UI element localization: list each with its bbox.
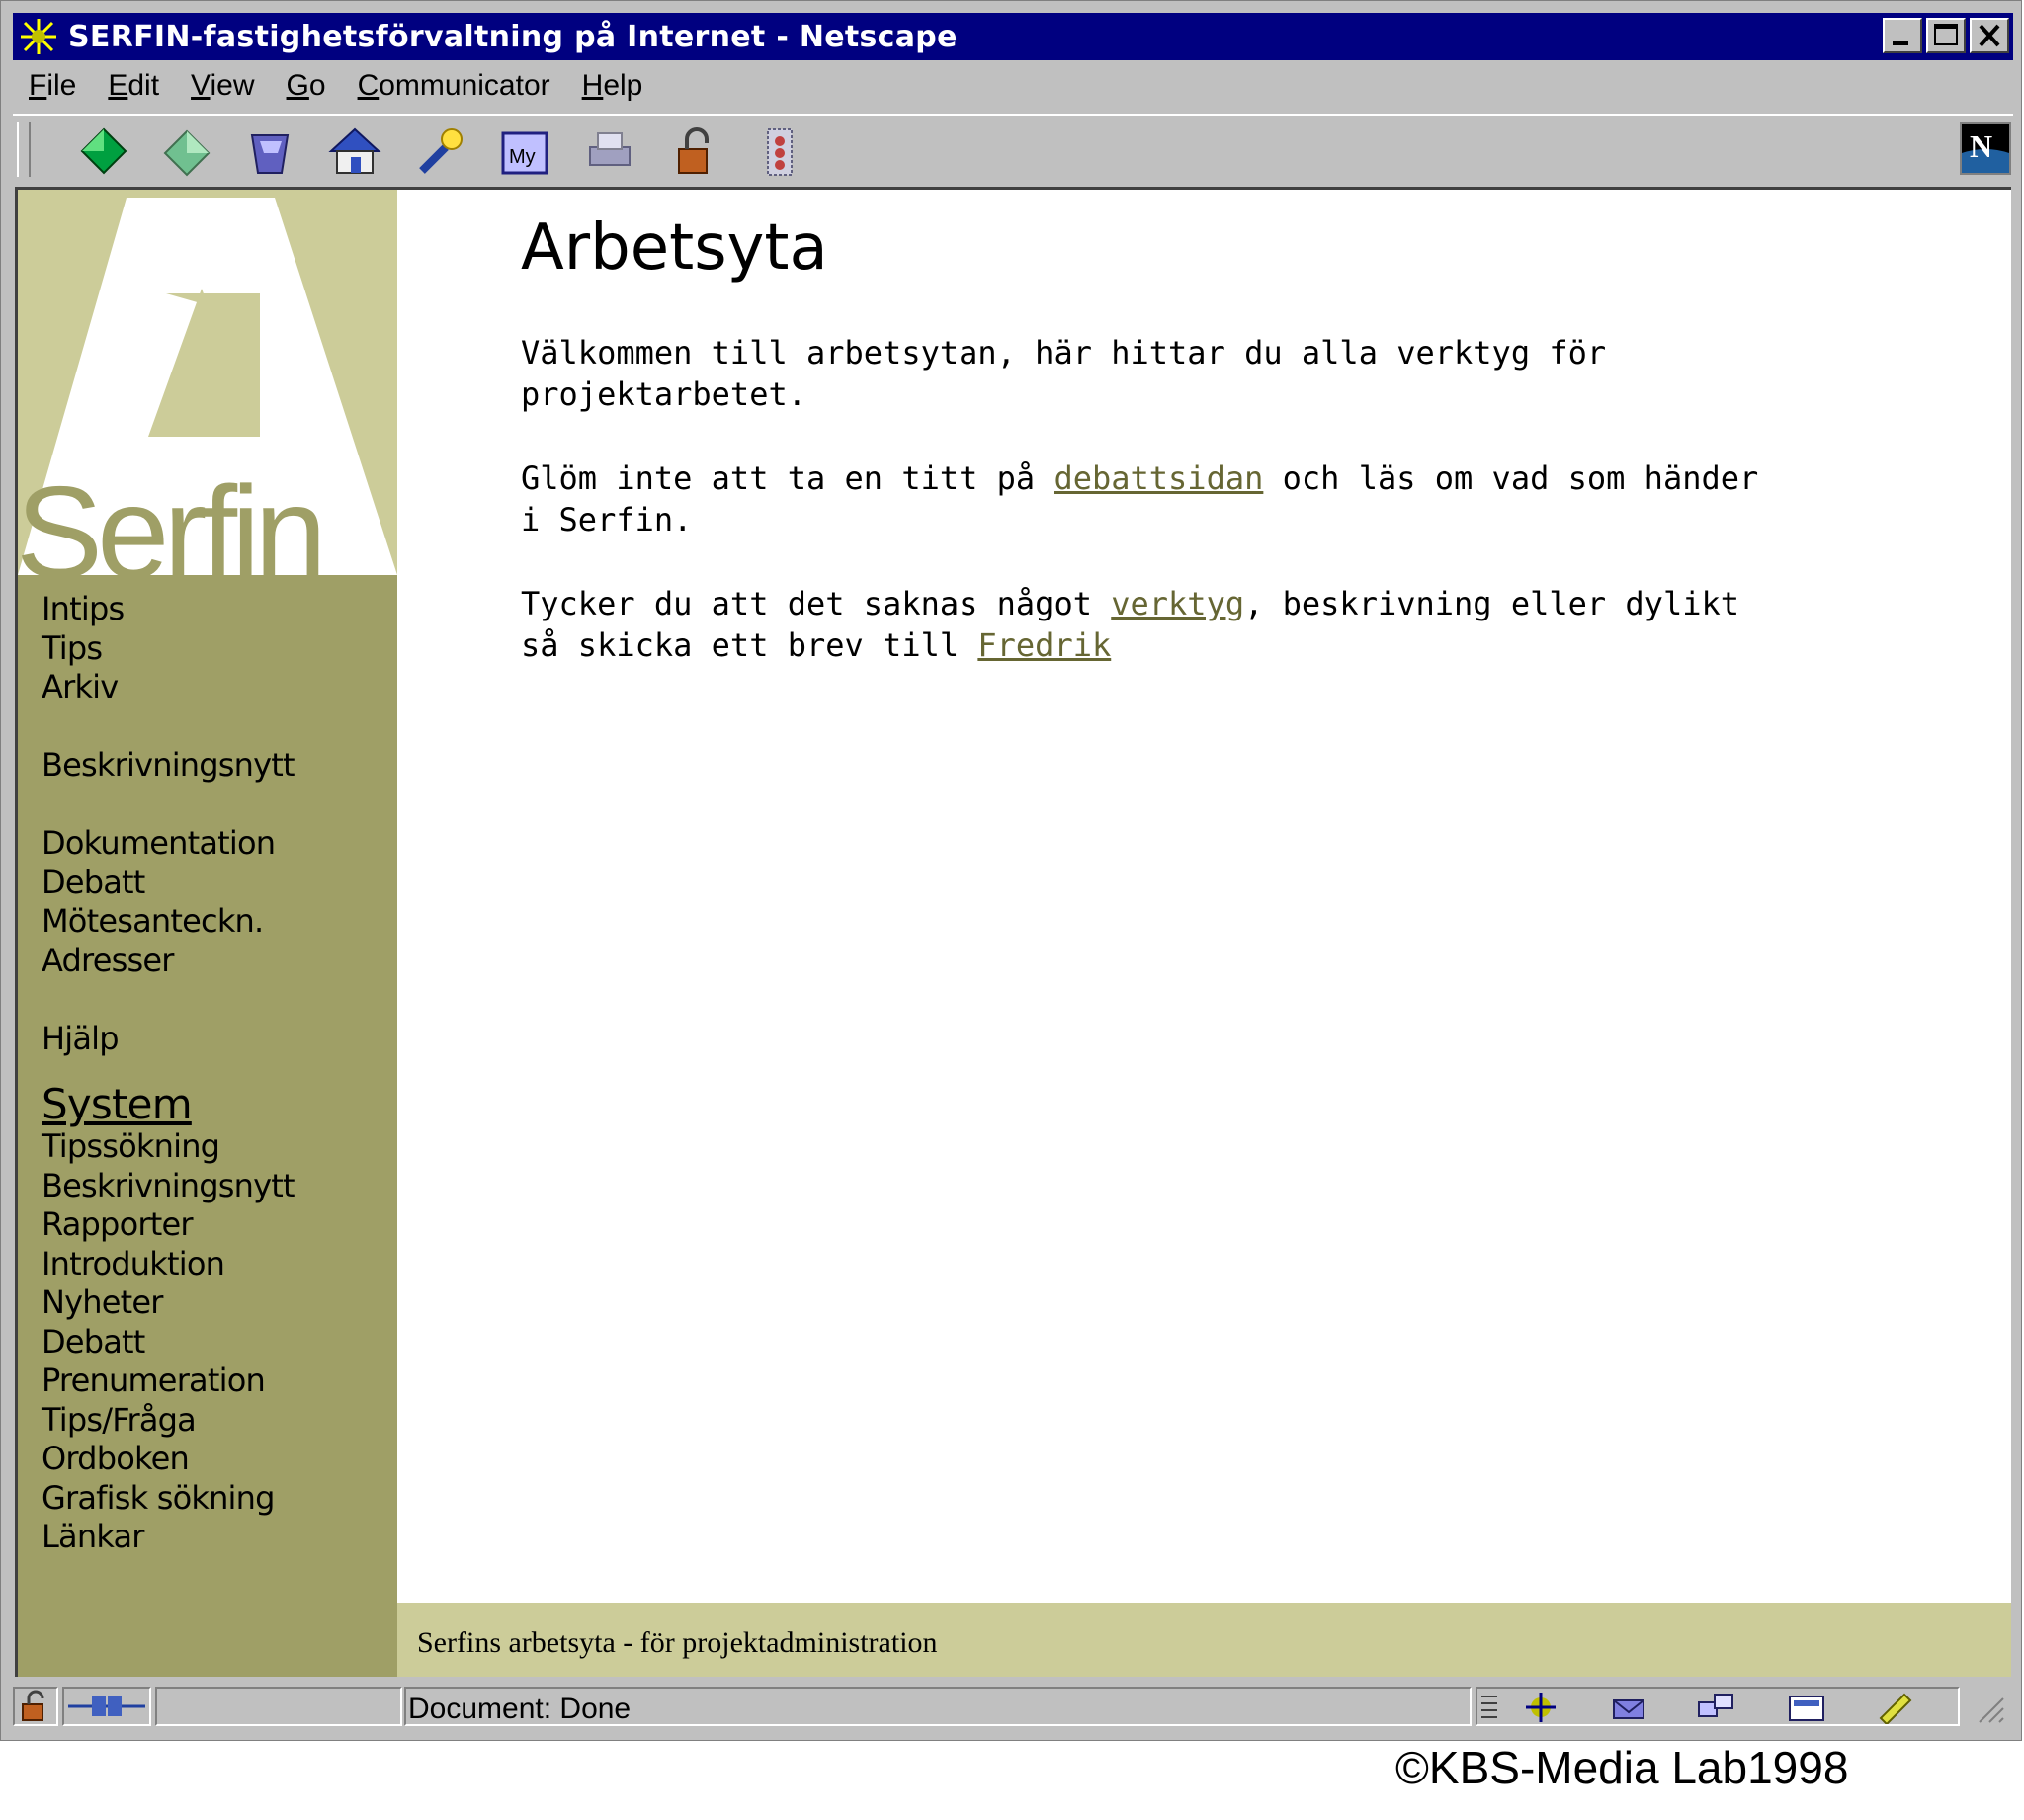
nav-link[interactable]: Debatt bbox=[42, 864, 295, 903]
menu-edit[interactable]: Edit bbox=[108, 69, 159, 103]
nav-link[interactable]: Arkiv bbox=[42, 668, 295, 707]
lock-icon bbox=[22, 1690, 44, 1721]
component-icons bbox=[1481, 1693, 1912, 1724]
nav-link[interactable]: Adresser bbox=[42, 942, 295, 981]
back-icon[interactable] bbox=[74, 124, 133, 179]
print-icon[interactable] bbox=[580, 124, 639, 179]
close-icon bbox=[1979, 24, 2000, 47]
content-frame: Serfin Intips Tips Arkiv Beskrivningsnyt… bbox=[15, 187, 2011, 1677]
menu-help-mnemonic: H bbox=[581, 69, 604, 102]
nav-link[interactable]: Mötesanteckn. bbox=[42, 902, 295, 942]
progress-bar bbox=[155, 1687, 402, 1726]
home-icon[interactable] bbox=[325, 124, 384, 179]
menu-edit-label: dit bbox=[127, 69, 160, 102]
connection-status[interactable] bbox=[62, 1687, 151, 1726]
menu-file-label: ile bbox=[46, 69, 77, 102]
netscape-logo-icon: N bbox=[1962, 124, 2009, 173]
menu-view-mnemonic: V bbox=[191, 69, 211, 102]
close-button[interactable] bbox=[1970, 18, 2009, 53]
menu-help-label: elp bbox=[603, 69, 643, 102]
window-title: SERFIN-fastighetsförvaltning på Internet… bbox=[68, 19, 958, 54]
copyright-caption: ©KBS-Media Lab1998 bbox=[1395, 1742, 1849, 1793]
menu-file-mnemonic: F bbox=[29, 69, 47, 102]
navigator-icon bbox=[1526, 1693, 1556, 1722]
nav-system-item[interactable]: Rapporter bbox=[42, 1205, 295, 1245]
nav-system-item[interactable]: Grafisk sökning bbox=[42, 1479, 295, 1519]
nav-system-item[interactable]: Nyheter bbox=[42, 1283, 295, 1323]
footer-bar: Serfins arbetsyta - för projektadministr… bbox=[397, 1603, 2011, 1677]
debattsidan-link[interactable]: debattsidan bbox=[1054, 459, 1263, 497]
main-content: Arbetsyta Välkommen till arbetsytan, här… bbox=[397, 190, 2011, 1603]
nav-system-item[interactable]: Länkar bbox=[42, 1518, 295, 1557]
logo-word: Serfin bbox=[18, 459, 321, 575]
nav-system-item[interactable]: Debatt bbox=[42, 1323, 295, 1363]
nav-system-item[interactable]: Prenumeration bbox=[42, 1362, 295, 1401]
welcome-text: Välkommen till arbetsytan, här hittar du… bbox=[521, 334, 1607, 413]
list-grip-icon bbox=[1481, 1696, 1497, 1718]
netscape-throbber[interactable]: N bbox=[1960, 122, 2011, 175]
sidebar: Serfin Intips Tips Arkiv Beskrivningsnyt… bbox=[18, 190, 397, 1677]
fredrik-link[interactable]: Fredrik bbox=[977, 626, 1111, 664]
forward-icon[interactable] bbox=[159, 124, 218, 179]
nav-system-item[interactable]: Tipssökning bbox=[42, 1127, 295, 1167]
security-icon[interactable] bbox=[665, 124, 724, 179]
debate-paragraph: Glöm inte att ta en titt på debattsidan … bbox=[521, 457, 1766, 540]
menu-help[interactable]: Help bbox=[582, 69, 643, 103]
tools-paragraph: Tycker du att det saknas något verktyg, … bbox=[521, 583, 1766, 666]
editor-icon bbox=[1879, 1693, 1912, 1724]
menu-communicator-mnemonic: C bbox=[357, 69, 380, 102]
menu-go-label: o bbox=[308, 69, 326, 102]
nav-system-item[interactable]: Ordboken bbox=[42, 1440, 295, 1479]
sidebar-nav: Intips Tips Arkiv Beskrivningsnytt Dokum… bbox=[42, 590, 295, 1557]
verktyg-link[interactable]: verktyg bbox=[1111, 585, 1244, 622]
footer-text: Serfins arbetsyta - för projektadministr… bbox=[417, 1626, 938, 1659]
nav-system-item[interactable]: Tips/Fråga bbox=[42, 1401, 295, 1441]
maximize-icon bbox=[1934, 24, 1958, 45]
status-bar: Document: Done bbox=[13, 1683, 2013, 1730]
browser-window: SERFIN-fastighetsförvaltning på Internet… bbox=[0, 0, 2022, 1741]
page-title: Arbetsyta bbox=[521, 211, 828, 285]
toolbar-grip[interactable] bbox=[17, 122, 31, 177]
plug-icon bbox=[68, 1696, 145, 1716]
menu-communicator[interactable]: Communicator bbox=[358, 69, 550, 103]
serfin-logo: Serfin bbox=[18, 190, 397, 575]
svg-text:My: My bbox=[509, 146, 536, 168]
maximize-button[interactable] bbox=[1926, 18, 1966, 53]
navigation-toolbar: My N bbox=[13, 114, 2013, 185]
svg-text:N: N bbox=[1970, 128, 1992, 164]
composer-icon bbox=[1789, 1696, 1824, 1721]
nav-link[interactable]: Hjälp bbox=[42, 1020, 295, 1059]
mail-icon bbox=[1613, 1699, 1644, 1719]
nav-system-link[interactable]: System bbox=[42, 1082, 295, 1127]
security-status[interactable] bbox=[13, 1687, 58, 1726]
menu-go-mnemonic: G bbox=[286, 69, 309, 102]
nav-link[interactable]: Beskrivningsnytt bbox=[42, 746, 295, 786]
netscape-app-icon[interactable] bbox=[17, 15, 60, 58]
minimize-icon bbox=[1893, 41, 1908, 45]
debate-text-before: Glöm inte att ta en titt på bbox=[521, 459, 1054, 497]
reload-icon[interactable] bbox=[242, 124, 301, 179]
nav-system-item[interactable]: Introduktion bbox=[42, 1245, 295, 1284]
nav-link[interactable]: Dokumentation bbox=[42, 824, 295, 864]
my-netscape-icon[interactable]: My bbox=[495, 124, 554, 179]
tools-text-before: Tycker du att det saknas något bbox=[521, 585, 1112, 622]
resize-grip-icon[interactable] bbox=[1974, 1693, 2007, 1726]
menu-bar: File Edit View Go Communicator Help bbox=[13, 62, 658, 110]
menu-edit-mnemonic: E bbox=[108, 69, 128, 102]
minimize-button[interactable] bbox=[1883, 18, 1922, 53]
title-bar[interactable]: SERFIN-fastighetsförvaltning på Internet… bbox=[13, 13, 2013, 60]
nav-link[interactable]: Tips bbox=[42, 629, 295, 669]
menu-communicator-label: ommunicator bbox=[379, 69, 550, 102]
search-icon[interactable] bbox=[412, 124, 471, 179]
menu-file[interactable]: File bbox=[29, 69, 76, 103]
menu-view[interactable]: View bbox=[191, 69, 254, 103]
nav-system-item[interactable]: Beskrivningsnytt bbox=[42, 1167, 295, 1206]
welcome-paragraph: Välkommen till arbetsytan, här hittar du… bbox=[521, 332, 1766, 415]
nav-link[interactable]: Intips bbox=[42, 590, 295, 629]
status-text: Document: Done bbox=[408, 1693, 632, 1725]
menu-view-label: iew bbox=[210, 69, 255, 102]
stop-icon[interactable] bbox=[750, 124, 809, 179]
menu-go[interactable]: Go bbox=[287, 69, 326, 103]
discussion-icon bbox=[1698, 1694, 1733, 1717]
